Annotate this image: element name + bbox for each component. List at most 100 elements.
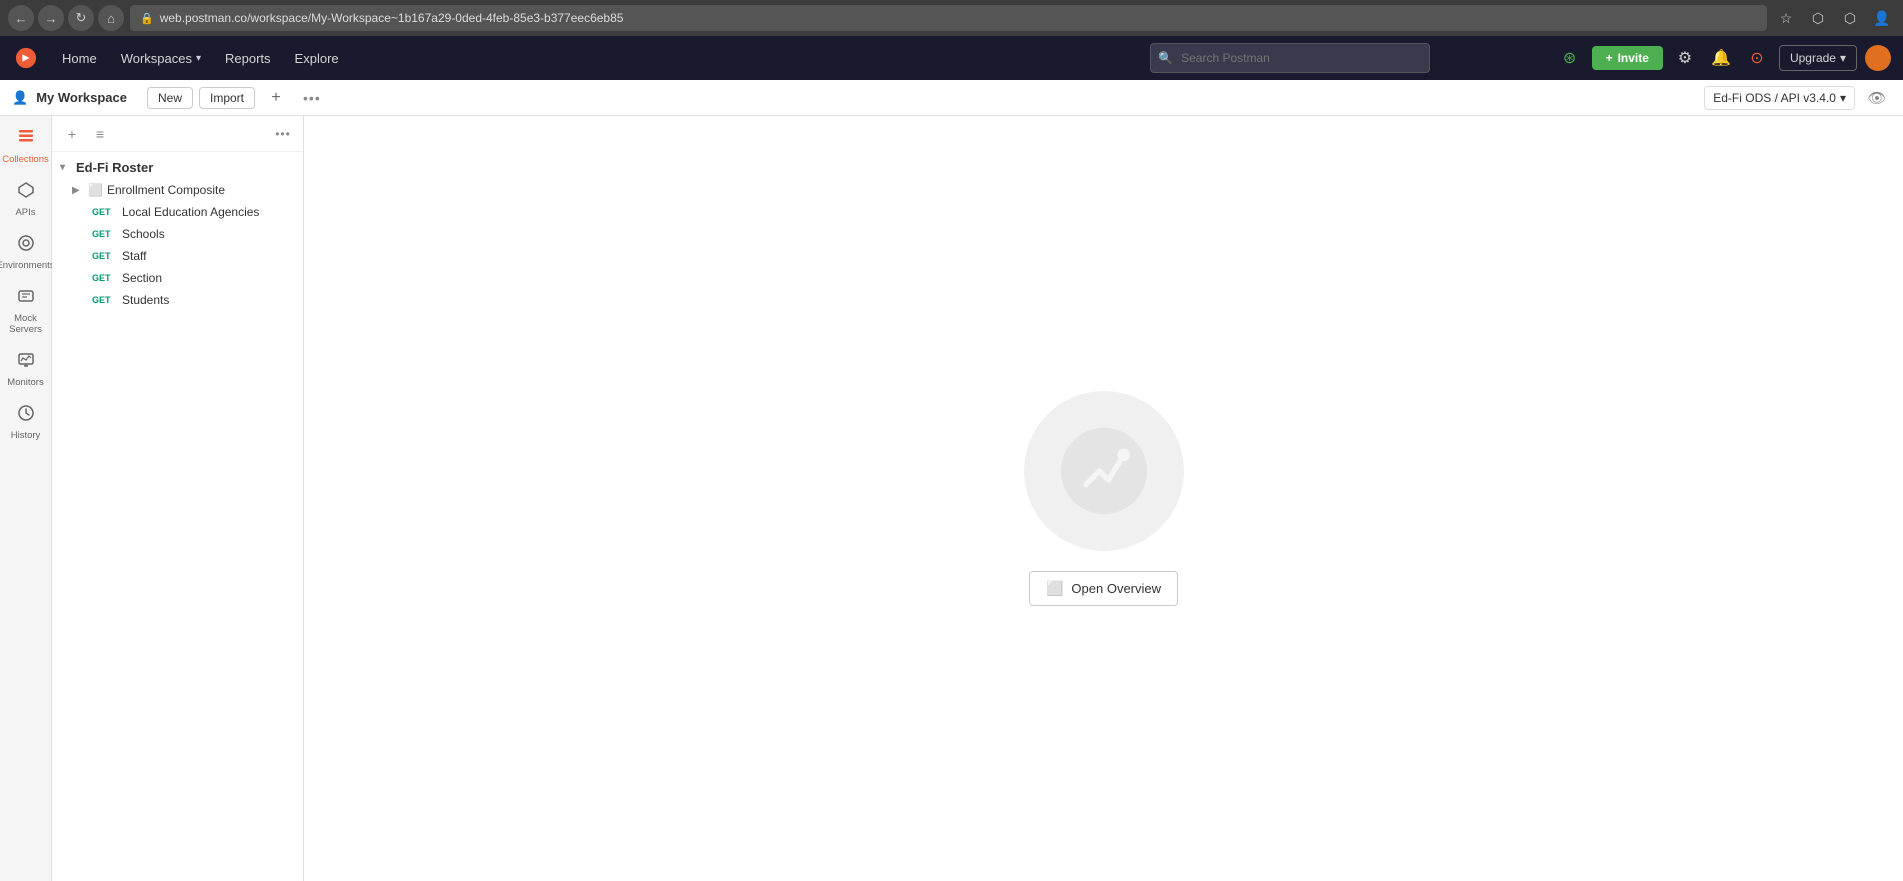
sidebar-item-monitors[interactable]: Monitors <box>0 343 51 396</box>
endpoint-name: Local Education Agencies <box>122 205 259 219</box>
collection-tree: ▾ Ed-Fi Roster ▶ ⬜ Enrollment Composite … <box>52 152 303 881</box>
folder-name: Enrollment Composite <box>107 183 225 197</box>
panel-header: + ≡ ••• <box>52 116 303 152</box>
env-selector-chevron: ▾ <box>1840 91 1846 105</box>
home-button[interactable]: ⌂ <box>98 5 124 31</box>
method-badge-get-section: GET <box>92 273 118 283</box>
invite-label: Invite <box>1618 51 1649 65</box>
invite-button[interactable]: + Invite <box>1592 46 1663 70</box>
nav-links: Home Workspaces ▾ Reports Explore <box>50 45 351 72</box>
sidebar-item-mock-servers[interactable]: Mock Servers <box>0 279 51 343</box>
history-label: History <box>11 430 41 441</box>
wifi-status-button[interactable]: ⊛ <box>1556 44 1584 72</box>
upgrade-chevron: ▾ <box>1840 51 1846 65</box>
environments-icon <box>17 234 35 257</box>
folder-icon: ⬜ <box>88 183 103 197</box>
browser-action-buttons: ☆ ⬡ ⬡ 👤 <box>1773 5 1895 31</box>
empty-state: ⬜ Open Overview <box>1024 391 1184 606</box>
collections-icon <box>17 128 35 151</box>
explore-nav-link[interactable]: Explore <box>283 45 351 72</box>
workspaces-chevron: ▾ <box>196 53 201 64</box>
endpoint-name-students: Students <box>122 293 169 307</box>
extension-btn-1[interactable]: ⬡ <box>1805 5 1831 31</box>
star-button[interactable]: ☆ <box>1773 5 1799 31</box>
home-nav-link[interactable]: Home <box>50 45 109 72</box>
workspaces-label: Workspaces <box>121 51 192 66</box>
add-tab-button[interactable]: + <box>263 85 289 111</box>
overview-btn-icon: ⬜ <box>1046 580 1063 597</box>
sidebar-item-environments[interactable]: Environments <box>0 226 51 279</box>
endpoint-name-schools: Schools <box>122 227 165 241</box>
extension-btn-2[interactable]: ⬡ <box>1837 5 1863 31</box>
monitors-label: Monitors <box>7 377 43 388</box>
env-selector-label: Ed-Fi ODS / API v3.4.0 <box>1713 91 1836 105</box>
main-layout: Collections APIs Environments <box>0 116 1903 881</box>
roster-chevron: ▾ <box>60 162 72 173</box>
search-icon: 🔍 <box>1158 51 1173 65</box>
workspace-name: My Workspace <box>36 90 127 105</box>
explore-label: Explore <box>295 51 339 66</box>
notifications-button[interactable]: 🔔 <box>1707 44 1735 72</box>
panel-more-button[interactable]: ••• <box>271 122 295 146</box>
workspace-user-icon: 👤 <box>12 90 28 106</box>
open-overview-label: Open Overview <box>1071 581 1161 596</box>
search-bar-wrapper: 🔍 <box>1150 43 1430 73</box>
environment-selector[interactable]: Ed-Fi ODS / API v3.4.0 ▾ <box>1704 86 1855 110</box>
avatar[interactable] <box>1865 45 1891 71</box>
main-content: ⬜ Open Overview <box>304 116 1903 881</box>
reports-label: Reports <box>225 51 271 66</box>
workspace-right-section: Ed-Fi ODS / API v3.4.0 ▾ 👁 <box>1704 84 1891 112</box>
nav-right-section: ⊛ + Invite ⚙ 🔔 ⊙ Upgrade ▾ <box>1556 44 1891 72</box>
lock-icon: 🔒 <box>140 12 154 25</box>
import-button[interactable]: Import <box>199 87 255 109</box>
endpoint-local-ed-agencies[interactable]: GET Local Education Agencies <box>52 201 303 223</box>
workspace-bar: 👤 My Workspace New Import + ••• Ed-Fi OD… <box>0 80 1903 116</box>
method-badge-get-staff: GET <box>92 251 118 261</box>
collection-name: Ed-Fi Roster <box>76 160 153 175</box>
filter-button[interactable]: ≡ <box>88 122 112 146</box>
settings-button[interactable]: ⚙ <box>1671 44 1699 72</box>
browser-chrome: ← → ↻ ⌂ 🔒 web.postman.co/workspace/My-Wo… <box>0 0 1903 36</box>
forward-button[interactable]: → <box>38 5 64 31</box>
more-options-button[interactable]: ••• <box>297 85 327 111</box>
method-badge-get-schools: GET <box>92 229 118 239</box>
open-overview-button[interactable]: ⬜ Open Overview <box>1029 571 1178 606</box>
collections-panel: + ≡ ••• ▾ Ed-Fi Roster ▶ ⬜ Enrollment Co… <box>52 116 304 881</box>
sidebar-item-apis[interactable]: APIs <box>0 173 51 226</box>
reports-nav-link[interactable]: Reports <box>213 45 283 72</box>
sidebar-item-history[interactable]: History <box>0 396 51 449</box>
endpoint-schools[interactable]: GET Schools <box>52 223 303 245</box>
search-input[interactable] <box>1150 43 1430 73</box>
top-navigation: Home Workspaces ▾ Reports Explore 🔍 ⊛ + … <box>0 36 1903 80</box>
folder-enrollment-composite[interactable]: ▶ ⬜ Enrollment Composite <box>52 179 303 201</box>
home-label: Home <box>62 51 97 66</box>
sidebar-item-collections[interactable]: Collections <box>0 120 51 173</box>
env-eye-button[interactable]: 👁 <box>1863 84 1891 112</box>
interceptor-button[interactable]: ⊙ <box>1743 44 1771 72</box>
endpoint-name-section: Section <box>122 271 162 285</box>
browser-nav-buttons: ← → ↻ ⌂ <box>8 5 124 31</box>
endpoint-staff[interactable]: GET Staff <box>52 245 303 267</box>
collection-ed-fi-roster[interactable]: ▾ Ed-Fi Roster <box>52 156 303 179</box>
back-button[interactable]: ← <box>8 5 34 31</box>
workspaces-nav-link[interactable]: Workspaces ▾ <box>109 45 213 72</box>
profile-button[interactable]: 👤 <box>1869 5 1895 31</box>
endpoint-section[interactable]: GET Section <box>52 267 303 289</box>
collections-label: Collections <box>2 154 48 165</box>
url-text: web.postman.co/workspace/My-Workspace~1b… <box>160 11 624 25</box>
method-badge-get: GET <box>92 207 118 217</box>
workspace-action-buttons: New Import <box>147 87 255 109</box>
address-bar[interactable]: 🔒 web.postman.co/workspace/My-Workspace~… <box>130 5 1767 31</box>
add-collection-button[interactable]: + <box>60 122 84 146</box>
environments-label: Environments <box>0 260 55 271</box>
endpoint-students[interactable]: GET Students <box>52 289 303 311</box>
empty-icon <box>1024 391 1184 551</box>
refresh-button[interactable]: ↻ <box>68 5 94 31</box>
upgrade-label: Upgrade <box>1790 51 1836 65</box>
invite-icon: + <box>1606 51 1613 65</box>
history-icon <box>17 404 35 427</box>
postman-logo <box>12 44 40 72</box>
new-button[interactable]: New <box>147 87 193 109</box>
upgrade-button[interactable]: Upgrade ▾ <box>1779 45 1857 71</box>
monitors-icon <box>17 351 35 374</box>
